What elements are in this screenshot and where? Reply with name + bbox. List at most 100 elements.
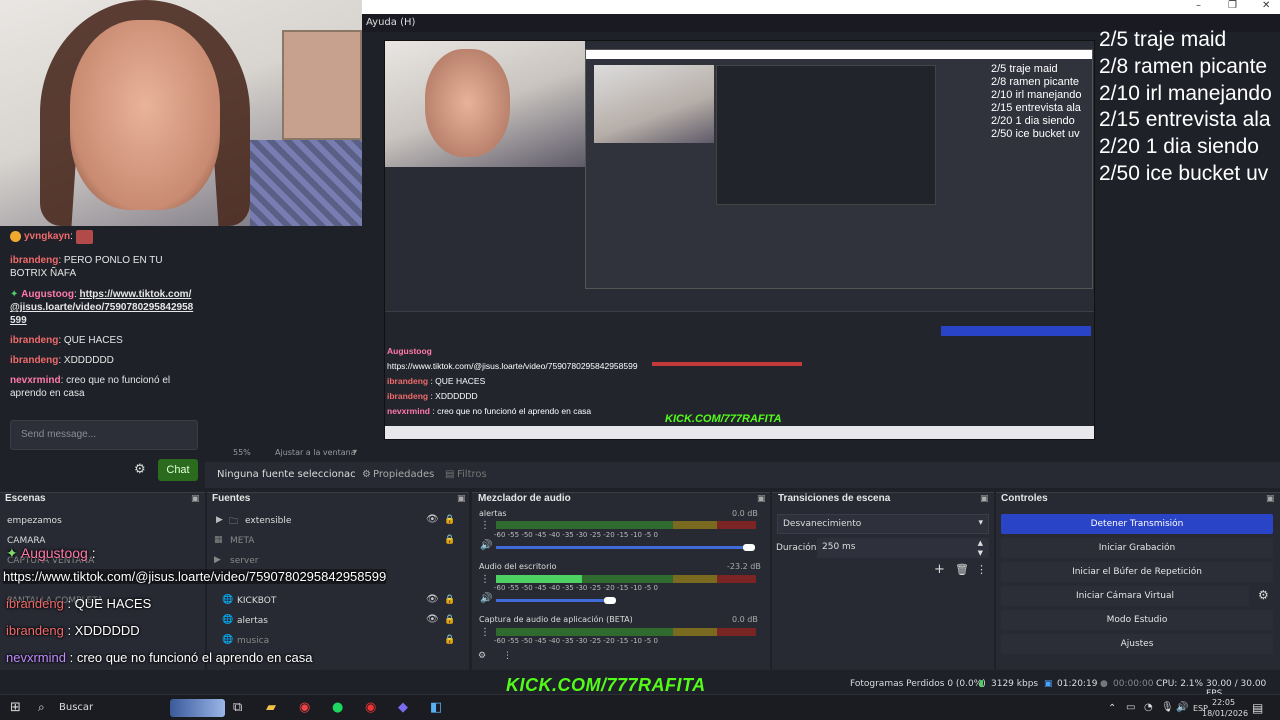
properties-icon[interactable]: ⚙ <box>362 469 371 480</box>
chat-message: ✦ Augustoog: https://www.tiktok.com/@jis… <box>10 289 194 326</box>
streamer-face <box>70 20 220 210</box>
mixer-channel-db: 0.0 dB <box>732 509 758 518</box>
dock-undock-icon[interactable]: ▣ <box>757 494 766 504</box>
badge-icon <box>10 231 21 242</box>
chrome-icon[interactable]: ◉ <box>299 700 310 715</box>
clock-date[interactable]: 18/01/2026 <box>1202 709 1248 718</box>
goal-item: 2/10 irl manejando <box>1099 81 1272 105</box>
filters-button[interactable]: Filtros <box>457 469 487 480</box>
kebab-menu-icon[interactable]: ⋮ <box>480 520 490 531</box>
chat-panel: yvngkayn: ibrandeng: PERO PONLO EN TU BO… <box>0 226 205 488</box>
windows-start-icon[interactable]: ⊞ <box>10 700 21 715</box>
scenes-title: Escenas <box>5 493 46 504</box>
tray-icon[interactable]: ▭ <box>1126 702 1135 713</box>
mixer-menu-icon[interactable]: ⋮ <box>503 651 512 661</box>
goal-item: 2/5 traje maid <box>1099 28 1227 51</box>
kebab-menu-icon[interactable]: ⋮ <box>976 563 987 576</box>
dock-undock-icon[interactable]: ▣ <box>1266 494 1275 504</box>
audio-meter <box>496 628 756 636</box>
meter-ticks: -60 -55 -50 -45 -40 -35 -30 -25 -20 -15 … <box>494 531 658 539</box>
network-icon[interactable]: ◔ <box>1144 702 1153 713</box>
volume-slider[interactable] <box>496 599 608 602</box>
fit-to-window[interactable]: Ajustar a la ventana <box>275 448 356 457</box>
menu-help[interactable]: Ayuda (H) <box>366 17 415 28</box>
discord-icon[interactable]: ◆ <box>398 700 408 715</box>
lock-icon[interactable]: 🔒 <box>444 515 455 525</box>
overlay-chat-row: nevxrmind : creo que no funcionó el apre… <box>6 650 313 665</box>
audio-meter <box>496 521 756 529</box>
chat-overlay: ✦ Augustoog : https://www.tiktok.com/@ji… <box>0 540 500 670</box>
wall-poster <box>282 30 362 140</box>
dock-undock-icon[interactable]: ▣ <box>191 494 200 504</box>
user-avatar <box>76 230 93 244</box>
filters-icon[interactable]: ▤ <box>445 469 454 480</box>
zoom-level[interactable]: 55% <box>233 448 251 457</box>
volume-icon[interactable]: 🔊 <box>1176 702 1188 713</box>
chat-message-input[interactable]: Send message... <box>10 420 198 450</box>
properties-button[interactable]: Propiedades <box>373 469 434 480</box>
bitrate: 3129 kbps <box>991 679 1039 689</box>
spotify-icon[interactable]: ● <box>332 700 343 715</box>
sparkle-icon: ✦ <box>6 545 18 561</box>
cpu-usage: CPU: 2.1% <box>1156 679 1204 689</box>
mic-icon[interactable]: 🎙 <box>1161 702 1174 713</box>
volume-slider[interactable] <box>496 546 754 549</box>
chat-send-button[interactable]: Chat <box>158 459 198 481</box>
add-transition-icon[interactable]: + <box>934 562 945 577</box>
dock-undock-icon[interactable]: ▣ <box>457 494 466 504</box>
preview-kick-banner: KICK.COM/777RAFITA <box>665 413 782 425</box>
meter-fill <box>496 575 582 583</box>
chevron-up-icon[interactable]: ⌃ <box>1108 703 1116 714</box>
virtual-camera-button[interactable]: Iniciar Cámara Virtual <box>1001 586 1249 606</box>
webcam-feed <box>0 0 362 226</box>
search-icon[interactable]: ⌕ <box>38 700 45 715</box>
overlay-chat-row: ibrandeng : QUE HACES <box>6 596 152 611</box>
eye-icon[interactable]: 👁 <box>426 514 439 525</box>
transitions-title: Transiciones de escena <box>778 493 891 504</box>
stream-preview[interactable]: metas: 2/5 traje maid 2/8 ramen picante … <box>384 40 1095 440</box>
rec-time: 00:00:00 <box>1113 679 1154 689</box>
task-view-icon[interactable]: ⧉ <box>233 700 242 715</box>
audio-meter <box>496 575 756 583</box>
scene-item[interactable]: empezamos <box>7 516 62 526</box>
overlay-chat-row: ibrandeng : XDDDDDD <box>6 623 140 638</box>
volume-knob[interactable] <box>743 544 755 551</box>
transition-select[interactable]: Desvanecimiento ▾ <box>777 514 989 534</box>
goals-title: metas: <box>1099 0 1162 13</box>
spin-arrows-icon[interactable]: ▲ ▼ <box>978 538 983 558</box>
clock-time[interactable]: 22:05 <box>1212 698 1235 707</box>
preview-zoom-bar: 55% Ajustar a la ventana ▾ <box>205 446 1280 460</box>
goals-list: 2/5 traje maid 2/8 ramen picante 2/10 ir… <box>1099 27 1272 188</box>
gear-icon[interactable]: ⚙ <box>1258 588 1269 602</box>
mixer-channel-db: 0.0 dB <box>732 615 758 624</box>
kick-banner: KICK.COM/777RAFITA <box>506 675 706 695</box>
folder-icon: 🗀 <box>229 517 239 527</box>
stop-stream-button[interactable]: Detener Transmisión <box>1001 514 1273 534</box>
obs-icon[interactable]: ◉ <box>365 700 376 715</box>
taskbar-search[interactable]: Buscar <box>59 702 93 713</box>
expand-arrow-icon[interactable]: ▶ <box>216 515 223 525</box>
overlay-chat-row: https://www.tiktok.com/@jisus.loarte/vid… <box>3 569 387 584</box>
start-recording-button[interactable]: Iniciar Grabación <box>1001 538 1273 558</box>
chat-message: ibrandeng: QUE HACES <box>10 335 123 346</box>
notifications-icon[interactable]: ▤ <box>1252 701 1263 715</box>
replay-buffer-button[interactable]: Iniciar el Búfer de Repetición <box>1001 562 1273 582</box>
studio-mode-button[interactable]: Modo Estudio <box>1001 610 1273 630</box>
sources-title: Fuentes <box>212 493 251 504</box>
dock-undock-icon[interactable]: ▣ <box>980 494 989 504</box>
gear-icon[interactable]: ⚙ <box>134 461 146 477</box>
source-item[interactable]: extensible <box>245 516 291 526</box>
duration-input[interactable]: 250 ms ▲ ▼ <box>817 538 989 558</box>
settings-button[interactable]: Ajustes <box>1001 634 1273 654</box>
chevron-down-icon[interactable]: ▾ <box>353 447 357 456</box>
taskbar: ⊞ ⌕ Buscar ⧉ ▰ ◉ ● ◉ ◆ ◧ ⌃ ▭ ◔ 🎙 🔊 ESP 2… <box>0 694 1280 720</box>
goal-item: 2/8 ramen picante <box>1099 54 1268 78</box>
volume-knob[interactable] <box>604 597 616 604</box>
app-icon[interactable]: ◧ <box>430 700 442 715</box>
source-toolbar: Ninguna fuente seleccionac ⚙ Propiedades… <box>205 462 1280 488</box>
mixer-title: Mezclador de audio <box>478 493 571 504</box>
trash-icon[interactable]: 🗑 <box>955 563 969 576</box>
controls-title: Controles <box>1001 493 1048 504</box>
file-explorer-icon[interactable]: ▰ <box>266 700 276 715</box>
no-source-label: Ninguna fuente seleccionac <box>217 469 356 480</box>
